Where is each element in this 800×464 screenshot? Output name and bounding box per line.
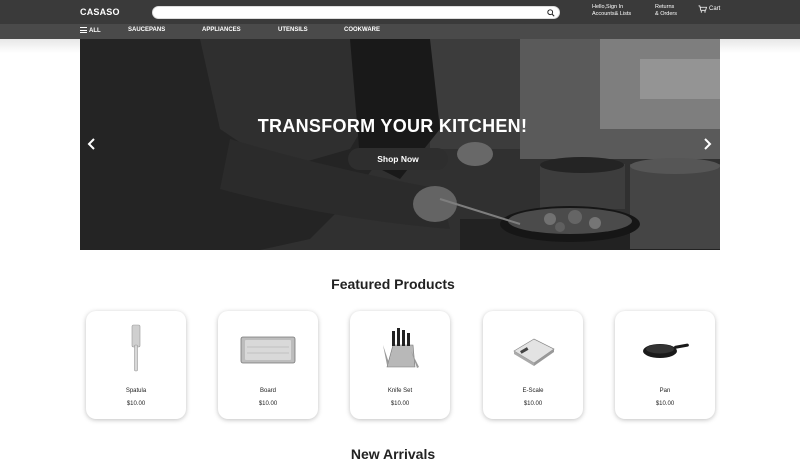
knife-set-icon <box>383 328 419 368</box>
product-card-board[interactable]: Board $10.00 <box>218 311 318 419</box>
account-menu[interactable]: Hello,Sign In Accounts& Lists <box>592 4 631 18</box>
account-lists-label: Accounts& Lists <box>592 11 632 17</box>
hero-title: TRANSFORM YOUR KITCHEN! <box>257 116 528 136</box>
shop-now-button[interactable]: Shop Now <box>348 148 448 170</box>
nav-item-saucepans[interactable]: SAUCEPANS <box>128 27 165 33</box>
product-price: $10.00 <box>126 401 146 407</box>
cart-label: Cart <box>709 6 721 12</box>
product-card-spatula[interactable]: Spatula $10.00 <box>86 311 186 419</box>
spatula-icon <box>131 324 141 372</box>
product-name: Board <box>259 388 276 394</box>
product-card-pan[interactable]: Pan $10.00 <box>615 311 715 419</box>
product-price: $10.00 <box>390 401 410 407</box>
category-nav: ALL SAUCEPANS APPLIANCES UTENSILS COOKWA… <box>0 24 800 39</box>
product-name: E-Scale <box>522 388 544 394</box>
cart-button[interactable]: Cart <box>698 5 720 13</box>
product-name: Pan <box>659 388 671 394</box>
orders-label: & Orders <box>655 11 678 17</box>
site-logo[interactable]: CASASO <box>80 7 120 17</box>
account-greeting: Hello,Sign In <box>592 4 624 10</box>
product-card-knife-set[interactable]: Knife Set $10.00 <box>350 311 450 419</box>
chevron-right-icon[interactable] <box>701 137 713 151</box>
product-price: $10.00 <box>258 401 278 407</box>
scale-icon <box>513 338 555 366</box>
product-name: Knife Set <box>387 388 413 394</box>
product-card-escale[interactable]: E-Scale $10.00 <box>483 311 583 419</box>
product-price: $10.00 <box>523 401 543 407</box>
returns-orders-link[interactable]: Returns & Orders <box>655 4 677 18</box>
product-price: $10.00 <box>655 401 675 407</box>
nav-item-utensils[interactable]: UTENSILS <box>278 27 308 33</box>
chevron-left-icon[interactable] <box>86 137 98 151</box>
nav-item-appliances[interactable]: APPLIANCES <box>202 27 241 33</box>
search-bar[interactable] <box>152 6 560 19</box>
search-icon[interactable] <box>547 9 555 17</box>
nav-all[interactable]: ALL <box>80 27 101 34</box>
product-name: Spatula <box>125 388 147 394</box>
search-input[interactable] <box>159 8 539 18</box>
cart-icon <box>698 5 707 13</box>
top-header: CASASO Hello,Sign In Accounts& Lists Ret… <box>0 0 800 24</box>
kitchen-hero-image <box>80 39 720 250</box>
nav-item-cookware[interactable]: COOKWARE <box>344 27 380 33</box>
featured-products-title: Featured Products <box>331 276 455 292</box>
new-arrivals-title: New Arrivals <box>350 446 436 462</box>
nav-all-label: ALL <box>89 28 101 34</box>
returns-label: Returns <box>655 4 675 10</box>
cutting-board-icon <box>240 336 296 364</box>
pan-icon <box>643 343 689 358</box>
hamburger-icon <box>80 27 87 33</box>
hero-banner: TRANSFORM YOUR KITCHEN! Shop Now <box>80 39 720 250</box>
